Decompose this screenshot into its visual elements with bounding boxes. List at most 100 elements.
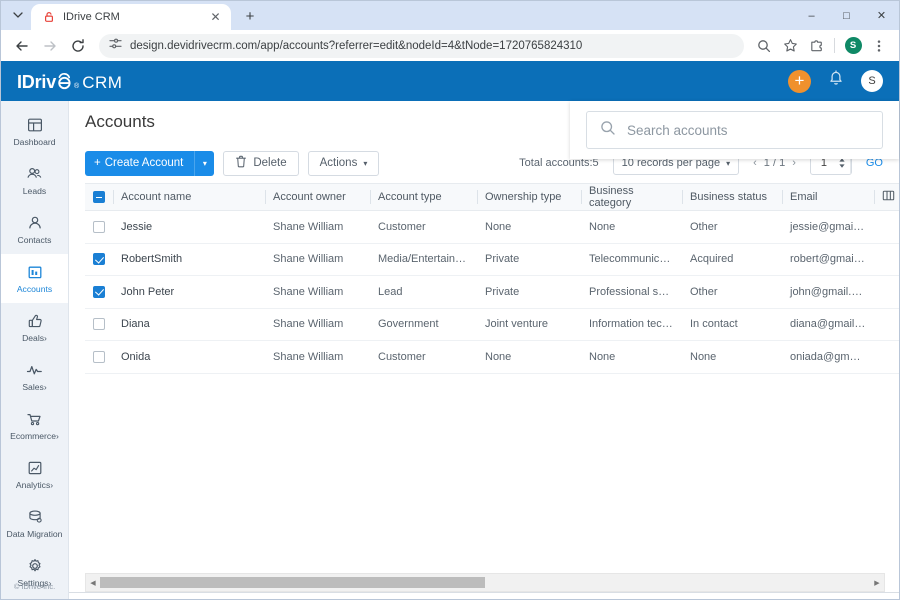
cell-account-type: Government xyxy=(370,308,477,341)
sidebar-label: Analytics› xyxy=(15,479,54,490)
cell-spacer xyxy=(874,210,899,244)
search-input[interactable] xyxy=(627,122,869,138)
select-all-checkbox[interactable] xyxy=(93,191,105,204)
sidebar-item-leads[interactable]: Leads xyxy=(1,156,68,205)
cell-account-name[interactable]: John Peter xyxy=(113,275,265,309)
reload-icon[interactable] xyxy=(65,33,91,59)
sidebar-item-dashboard[interactable]: Dashboard xyxy=(1,107,68,156)
search-box[interactable] xyxy=(586,111,883,149)
delete-label: Delete xyxy=(253,157,287,169)
row-checkbox[interactable] xyxy=(93,253,105,266)
cell-spacer xyxy=(874,243,899,276)
cell-email: robert@gmail.com xyxy=(782,243,874,276)
cell-business-category: Telecommunications xyxy=(581,243,682,276)
forward-icon[interactable] xyxy=(37,33,63,59)
row-checkbox[interactable] xyxy=(93,318,105,331)
tab-search-button[interactable] xyxy=(5,2,31,28)
cell-account-name[interactable]: Diana xyxy=(113,308,265,341)
column-header-business-status[interactable]: Business status xyxy=(682,183,782,211)
three-dots-icon[interactable] xyxy=(867,34,891,58)
cell-account-name[interactable]: Onida xyxy=(113,340,265,374)
app-header: IDriv ® CRM + S xyxy=(1,61,899,101)
column-header-account-name[interactable]: Account name xyxy=(113,183,265,211)
sidebar-item-analytics[interactable]: Analytics› xyxy=(1,450,68,499)
new-tab-button[interactable]: + xyxy=(237,3,263,29)
logo-registered-mark: ® xyxy=(74,82,80,90)
search-icon[interactable] xyxy=(752,34,776,58)
sidebar-label: Leads xyxy=(22,185,47,196)
sidebar-item-accounts[interactable]: Accounts xyxy=(1,254,68,303)
column-header-account-owner[interactable]: Account owner xyxy=(265,183,370,211)
sidebar-label: Ecommerce› xyxy=(10,430,59,441)
table-row[interactable]: John Peter Shane William Lead Private Pr… xyxy=(85,275,899,309)
cell-business-category: None xyxy=(581,210,682,244)
table-row[interactable]: Jessie Shane William Customer None None … xyxy=(85,210,899,244)
puzzle-icon[interactable] xyxy=(804,34,828,58)
cell-account-type: Lead xyxy=(370,275,477,309)
window-controls: – □ ✕ xyxy=(794,1,899,30)
browser-tab[interactable]: IDrive CRM ✕ xyxy=(31,4,231,30)
scroll-left-arrow-icon[interactable]: ◀ xyxy=(86,579,100,587)
cell-account-name[interactable]: RobertSmith xyxy=(113,243,265,276)
row-checkbox[interactable] xyxy=(93,285,105,298)
create-account-dropdown[interactable]: ▾ xyxy=(194,150,214,176)
table-row[interactable]: Onida Shane William Customer None None N… xyxy=(85,340,899,374)
table-row[interactable]: RobertSmith Shane William Media/Entertai… xyxy=(85,243,899,276)
sidebar-label: Data Migration xyxy=(6,528,63,539)
minimize-button[interactable]: – xyxy=(794,1,829,30)
row-checkbox[interactable] xyxy=(93,220,105,233)
sidebar-item-deals[interactable]: Deals› xyxy=(1,303,68,352)
delete-button[interactable]: Delete xyxy=(223,150,299,176)
cell-business-status: Acquired xyxy=(682,243,782,276)
contact-icon xyxy=(27,215,43,232)
cell-ownership-type: None xyxy=(477,210,581,244)
column-header-account-type[interactable]: Account type xyxy=(370,183,477,211)
url-text: design.devidrivecrm.com/app/accounts?ref… xyxy=(130,39,583,52)
cell-account-owner: Shane William xyxy=(265,308,370,341)
star-icon[interactable] xyxy=(778,34,802,58)
table-row[interactable]: Diana Shane William Government Joint ven… xyxy=(85,308,899,341)
bell-icon[interactable] xyxy=(828,70,844,92)
app-logo[interactable]: IDriv ® CRM xyxy=(17,70,122,93)
cell-spacer xyxy=(874,308,899,341)
cell-business-status: In contact xyxy=(682,308,782,341)
accounts-table: Account name Account owner Account type … xyxy=(85,183,899,374)
create-account-button[interactable]: + Create Account ▾ xyxy=(85,150,215,176)
row-select-cell xyxy=(85,243,113,276)
columns-icon[interactable] xyxy=(882,190,895,205)
horizontal-scrollbar[interactable]: ◀ ▶ xyxy=(85,573,885,592)
cell-ownership-type: Private xyxy=(477,275,581,309)
dashboard-icon xyxy=(27,117,43,134)
sidebar-label: Sales› xyxy=(22,381,47,392)
scrollbar-track[interactable] xyxy=(100,577,870,588)
app-header-actions: + S xyxy=(788,69,883,93)
cell-business-status: Other xyxy=(682,275,782,309)
sidebar-item-data-migration[interactable]: Data Migration xyxy=(1,499,68,548)
cell-account-owner: Shane William xyxy=(265,275,370,309)
main-content: Accounts All acco + Create Account ▾ xyxy=(69,101,899,599)
row-checkbox[interactable] xyxy=(93,350,105,363)
profile-avatar[interactable]: S xyxy=(841,34,865,58)
actions-button[interactable]: Actions ▾ xyxy=(307,150,380,176)
sidebar-item-contacts[interactable]: Contacts xyxy=(1,205,68,254)
sidebar: Dashboard Leads Contacts Accounts Deals›… xyxy=(1,101,69,599)
address-bar[interactable]: design.devidrivecrm.com/app/accounts?ref… xyxy=(99,33,744,58)
back-icon[interactable] xyxy=(9,33,35,59)
scroll-right-arrow-icon[interactable]: ▶ xyxy=(870,579,884,587)
logo-e-icon xyxy=(56,70,73,89)
maximize-button[interactable]: □ xyxy=(829,1,864,30)
close-icon[interactable]: ✕ xyxy=(208,10,223,25)
tune-icon[interactable] xyxy=(109,37,122,55)
cell-business-status: None xyxy=(682,340,782,374)
sidebar-item-ecommerce[interactable]: Ecommerce› xyxy=(1,401,68,450)
scrollbar-thumb[interactable] xyxy=(100,577,485,588)
cell-account-name[interactable]: Jessie xyxy=(113,210,265,244)
plus-circle-icon[interactable]: + xyxy=(788,69,811,93)
column-header-ownership-type[interactable]: Ownership type xyxy=(477,183,581,211)
column-header-email[interactable]: Email xyxy=(782,183,874,211)
column-header-business-category[interactable]: Business category xyxy=(581,183,682,211)
close-window-button[interactable]: ✕ xyxy=(864,1,899,30)
avatar[interactable]: S xyxy=(861,70,883,92)
chevron-down-icon: ▾ xyxy=(363,158,368,168)
sidebar-item-sales[interactable]: Sales› xyxy=(1,352,68,401)
